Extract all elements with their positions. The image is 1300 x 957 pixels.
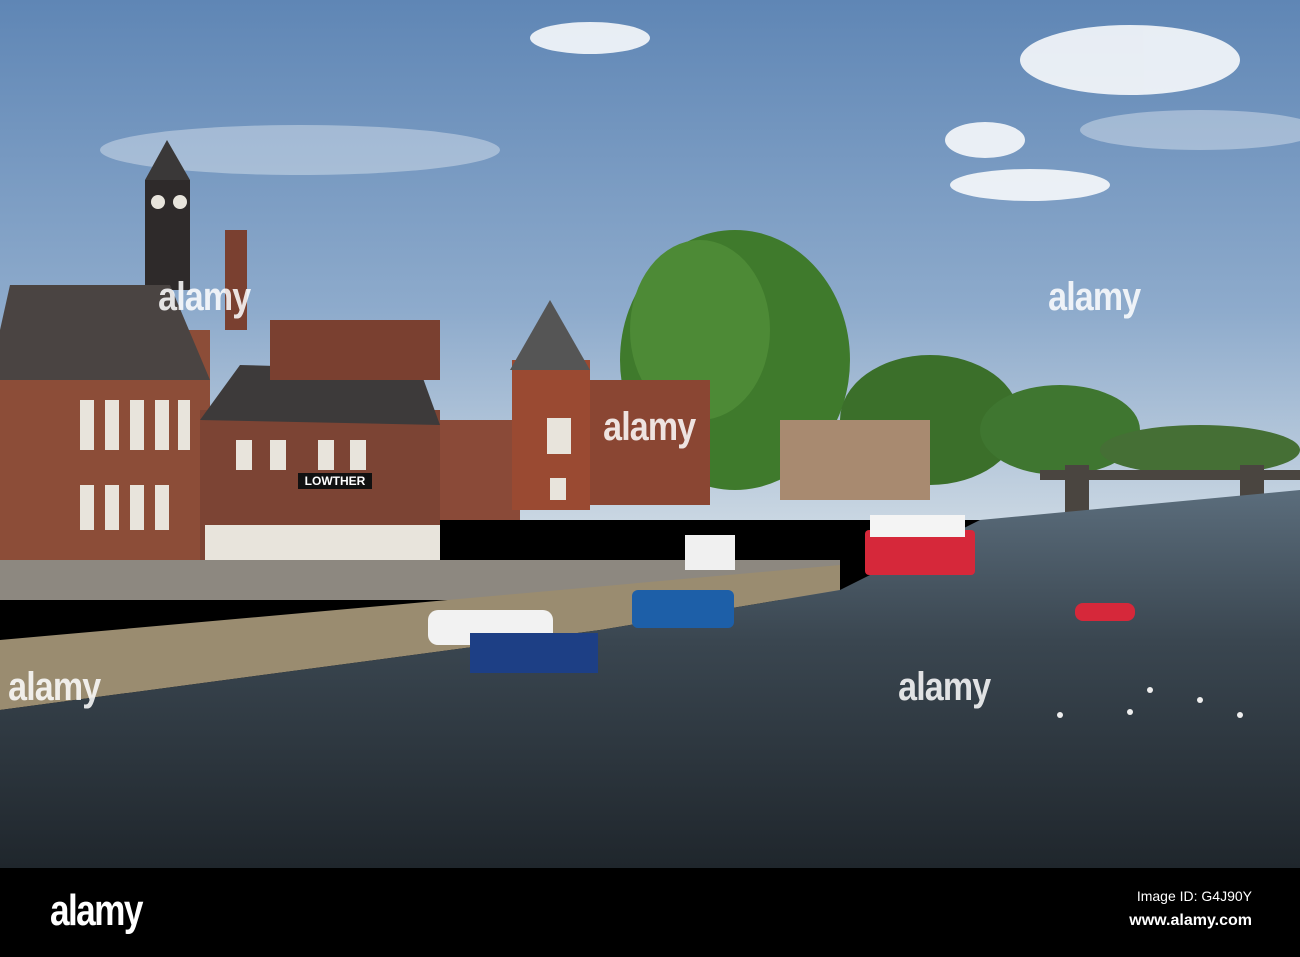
white-building-base <box>205 525 440 565</box>
watermark: alamy <box>158 275 251 319</box>
watermark: alamy <box>8 665 101 709</box>
image-id: Image ID: G4J90Y <box>1136 888 1252 904</box>
alamy-logo: alamy <box>50 886 143 935</box>
stock-photo: LOWTHER alamy alamy alamy alamy alamy al… <box>0 0 1300 957</box>
site-url: www.alamy.com <box>1129 912 1252 929</box>
footer-bar: alamy Image ID: G4J90Y www.alamy.com <box>0 868 1300 957</box>
pub-sign: LOWTHER <box>298 473 372 489</box>
watermark: alamy <box>603 405 696 449</box>
watermark: alamy <box>1048 275 1141 319</box>
watermark: alamy <box>898 665 991 709</box>
